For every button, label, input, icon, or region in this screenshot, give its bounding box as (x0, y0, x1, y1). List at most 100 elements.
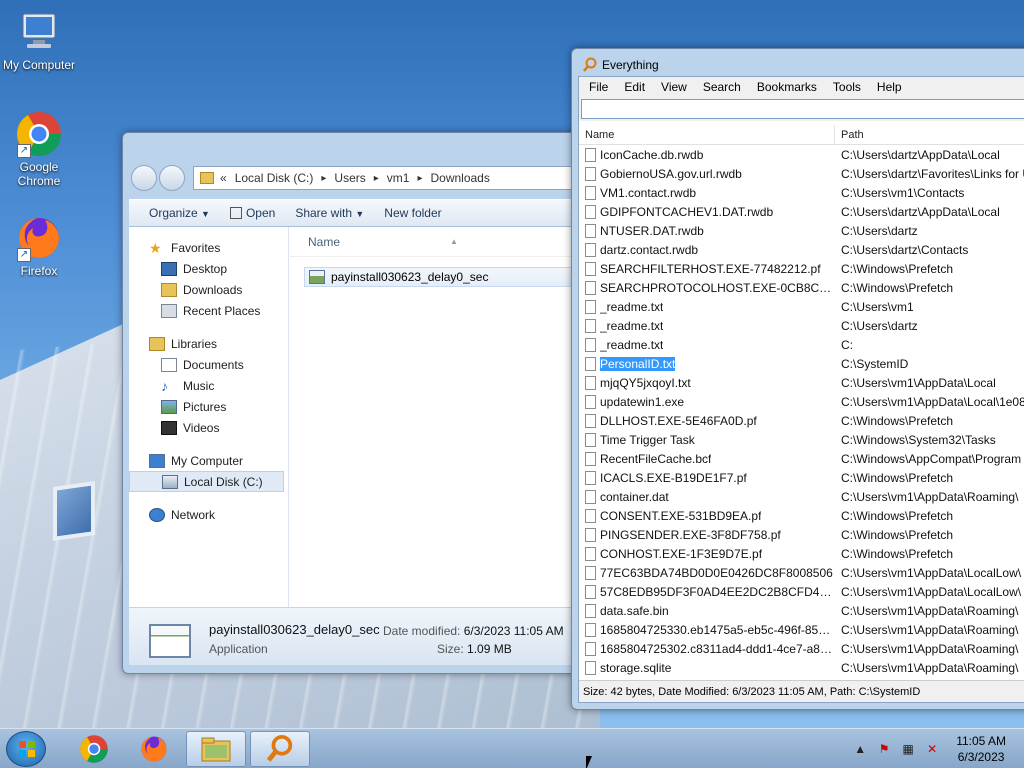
action-center-icon[interactable]: ⚑ (876, 741, 892, 757)
search-input[interactable] (581, 99, 1024, 119)
forward-button[interactable] (159, 165, 185, 191)
menu-tools[interactable]: Tools (825, 80, 869, 94)
mouse-cursor (586, 756, 592, 768)
nav-music[interactable]: ♪ Music (129, 375, 288, 396)
open-button[interactable]: Open (220, 206, 285, 220)
result-row[interactable]: SEARCHPROTOCOLHOST.EXE-0CB8CADE... C:\Win… (579, 278, 1024, 297)
desktop-icon-my-computer[interactable]: My Computer (0, 8, 78, 72)
navigation-pane[interactable]: ★ Favorites Desktop Downloads Recent Plac… (129, 227, 289, 607)
magnifier-icon (582, 57, 598, 73)
address-bar[interactable]: « Local Disk (C:) ▸ Users ▸ vm1 ▸ Downlo… (193, 166, 581, 190)
nav-favorites[interactable]: ★ Favorites (129, 237, 288, 258)
nav-videos[interactable]: Videos (129, 417, 288, 438)
result-row[interactable]: _readme.txt C:\Users\dartz (579, 316, 1024, 335)
network-icon (149, 507, 165, 522)
result-row[interactable]: VM1.contact.rwdb C:\Users\vm1\Contacts (579, 183, 1024, 202)
taskbar-firefox[interactable] (126, 731, 182, 767)
result-row[interactable]: 77EC63BDA74BD0D0E0426DC8F8008506 C:\Users… (579, 563, 1024, 582)
taskbar-explorer[interactable] (186, 730, 246, 767)
nav-documents[interactable]: Documents (129, 354, 288, 375)
taskbar-chrome[interactable] (66, 731, 122, 767)
back-button[interactable] (131, 165, 157, 191)
result-name: 1685804725302.c8311ad4-ddd1-4ce7-a8b5... (579, 641, 835, 656)
result-row[interactable]: dartz.contact.rwdb C:\Users\dartz\Contact… (579, 240, 1024, 259)
result-row[interactable]: mjqQY5jxqoyI.txt C:\Users\vm1\AppData\Loc… (579, 373, 1024, 392)
result-row[interactable]: 1685804725330.eb1475a5-eb5c-496f-8529-..… (579, 620, 1024, 639)
result-row[interactable]: _readme.txt C:\Users\vm1 (579, 297, 1024, 316)
file-item[interactable]: payinstall030623_delay0_sec (304, 267, 581, 287)
result-name: GobiernoUSA.gov.url.rwdb (579, 166, 835, 181)
breadcrumb-users[interactable]: Users (334, 171, 365, 185)
result-row[interactable]: data.safe.bin C:\Users\vm1\AppData\Roamin… (579, 601, 1024, 620)
result-row[interactable]: PersonalID.txt C:\SystemID (579, 354, 1024, 373)
result-row[interactable]: NTUSER.DAT.rwdb C:\Users\dartz (579, 221, 1024, 240)
explorer-window[interactable]: « Local Disk (C:) ▸ Users ▸ vm1 ▸ Downlo… (122, 132, 582, 674)
result-row[interactable]: SEARCHFILTERHOST.EXE-77482212.pf C:\Windo… (579, 259, 1024, 278)
taskbar-everything[interactable] (250, 730, 310, 767)
share-with-button[interactable]: Share with ▼ (285, 206, 374, 220)
nav-pictures[interactable]: Pictures (129, 396, 288, 417)
result-row[interactable]: 57C8EDB95DF3F0AD4EE2DC2B8CFD4157 C:\Users… (579, 582, 1024, 601)
desktop-icon-google-chrome[interactable]: ↗ Google Chrome (0, 110, 78, 188)
chevron-right-icon[interactable]: ▸ (417, 173, 422, 184)
result-row[interactable]: _readme.txt C: (579, 335, 1024, 354)
menu-view[interactable]: View (653, 80, 695, 94)
result-row[interactable]: DLLHOST.EXE-5E46FA0D.pf C:\Windows\Prefet… (579, 411, 1024, 430)
result-row[interactable]: updatewin1.exe C:\Users\vm1\AppData\Local… (579, 392, 1024, 411)
file-icon (585, 527, 596, 542)
menu-file[interactable]: File (581, 80, 616, 94)
nav-recent-places[interactable]: Recent Places (129, 300, 288, 321)
chevron-right-icon[interactable]: ▸ (374, 173, 379, 184)
clock[interactable]: 11:05 AM 6/3/2023 (956, 733, 1006, 765)
result-row[interactable]: PINGSENDER.EXE-3F8DF758.pf C:\Windows\Pre… (579, 525, 1024, 544)
result-row[interactable]: RecentFileCache.bcf C:\Windows\AppCompat\… (579, 449, 1024, 468)
show-hidden-icons-icon[interactable]: ▲ (852, 741, 868, 757)
new-folder-button[interactable]: New folder (374, 206, 451, 220)
folder-icon (201, 737, 231, 761)
file-list[interactable]: Name ▲ payinstall030623_delay0_sec (290, 227, 581, 607)
nav-libraries[interactable]: Libraries (129, 333, 288, 354)
nav-my-computer[interactable]: My Computer (129, 450, 288, 471)
file-icon (585, 166, 596, 181)
column-header-path[interactable]: Path (835, 129, 864, 141)
result-row[interactable]: CONHOST.EXE-1F3E9D7E.pf C:\Windows\Prefet… (579, 544, 1024, 563)
everything-window[interactable]: Everything File Edit View Search Bookmar… (571, 48, 1024, 710)
results-list[interactable]: IconCache.db.rwdb C:\Users\dartz\AppData\… (579, 145, 1024, 677)
menu-bookmarks[interactable]: Bookmarks (749, 80, 825, 94)
menu-search[interactable]: Search (695, 80, 749, 94)
result-name: 57C8EDB95DF3F0AD4EE2DC2B8CFD4157 (579, 584, 835, 599)
application-icon (149, 624, 191, 658)
chevron-right-icon[interactable]: ▸ (321, 173, 326, 184)
menu-help[interactable]: Help (869, 80, 910, 94)
breadcrumb-downloads[interactable]: Downloads (430, 171, 489, 185)
result-row[interactable]: 1685804725302.c8311ad4-ddd1-4ce7-a8b5...… (579, 639, 1024, 658)
volume-muted-icon[interactable]: ✕ (924, 741, 940, 757)
result-path: C:\Windows\Prefetch (841, 527, 954, 542)
result-row[interactable]: ICACLS.EXE-B19DE1F7.pf C:\Windows\Prefetc… (579, 468, 1024, 487)
file-icon (585, 318, 596, 333)
result-row[interactable]: container.dat C:\Users\vm1\AppData\Roamin… (579, 487, 1024, 506)
column-header-name[interactable]: Name ▲ (290, 227, 581, 257)
organize-button[interactable]: Organize ▼ (129, 206, 220, 220)
nav-network[interactable]: Network (129, 504, 288, 525)
start-button[interactable] (6, 730, 46, 767)
column-header-name[interactable]: Name (579, 125, 835, 144)
result-row[interactable]: GobiernoUSA.gov.url.rwdb C:\Users\dartz\F… (579, 164, 1024, 183)
file-icon (585, 337, 596, 352)
breadcrumb-vm1[interactable]: vm1 (387, 171, 410, 185)
result-name: Time Trigger Task (579, 432, 835, 447)
status-bar: Size: 42 bytes, Date Modified: 6/3/2023 … (579, 680, 1024, 702)
nav-downloads[interactable]: Downloads (129, 279, 288, 300)
result-row[interactable]: GDIPFONTCACHEV1.DAT.rwdb C:\Users\dartz\A… (579, 202, 1024, 221)
desktop-icon-firefox[interactable]: ↗ Firefox (0, 214, 78, 278)
result-row[interactable]: storage.sqlite C:\Users\vm1\AppData\Roami… (579, 658, 1024, 677)
menu-edit[interactable]: Edit (616, 80, 653, 94)
breadcrumb-local-disk[interactable]: Local Disk (C:) (235, 171, 314, 185)
file-icon (585, 451, 596, 466)
nav-desktop[interactable]: Desktop (129, 258, 288, 279)
nav-local-disk[interactable]: Local Disk (C:) (129, 471, 284, 492)
result-row[interactable]: Time Trigger Task C:\Windows\System32\Tas… (579, 430, 1024, 449)
network-icon[interactable]: ▦ (900, 741, 916, 757)
result-row[interactable]: IconCache.db.rwdb C:\Users\dartz\AppData\… (579, 145, 1024, 164)
result-row[interactable]: CONSENT.EXE-531BD9EA.pf C:\Windows\Prefet… (579, 506, 1024, 525)
